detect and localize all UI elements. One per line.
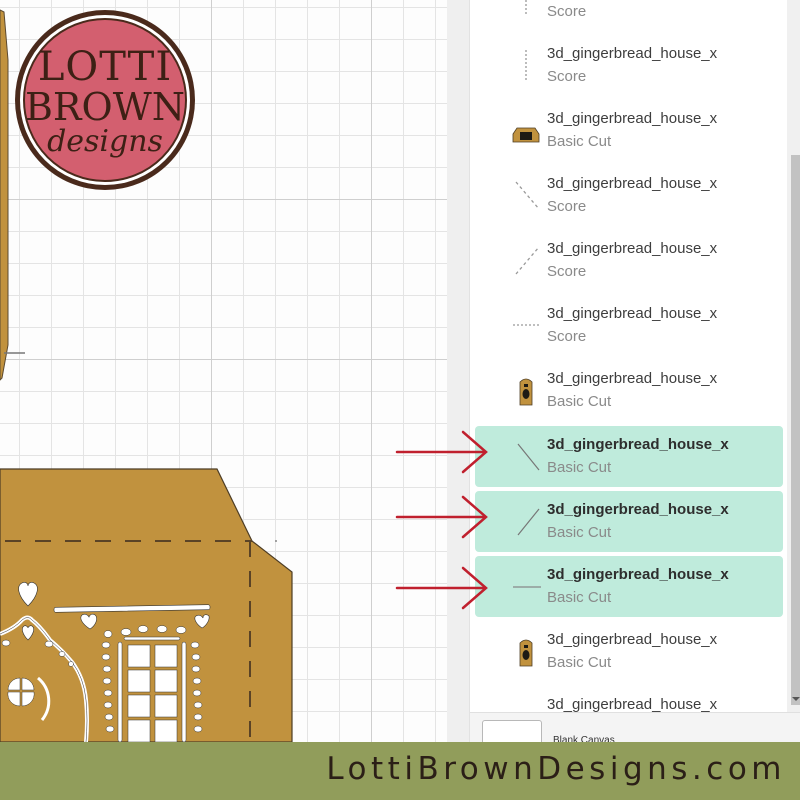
- layer-name: 3d_gingerbread_house_x: [547, 436, 729, 453]
- layer-operation: Score: [547, 198, 587, 215]
- layer-operation: Basic Cut: [547, 524, 612, 541]
- layer-item[interactable]: 3d_gingerbread_house_x Basic Cut: [475, 621, 783, 682]
- layer-item-selected[interactable]: 3d_gingerbread_house_x Basic Cut: [475, 426, 783, 487]
- canvas-panel-divider: [447, 0, 470, 742]
- door-thumbnail: [510, 633, 542, 667]
- blank-canvas-thumbnail[interactable]: [482, 720, 542, 743]
- layer-operation: Basic Cut: [547, 589, 612, 606]
- layer-operation: Score: [547, 68, 587, 85]
- layer-name: 3d_gingerbread_house_x: [547, 631, 718, 648]
- layer-name: 3d_gingerbread_house_x: [547, 45, 718, 62]
- design-canvas[interactable]: LOTTI BROWN designs: [0, 0, 447, 742]
- layer-operation: Basic Cut: [547, 654, 612, 671]
- diagonal-up-score-icon: [510, 242, 542, 276]
- layer-name: 3d_gingerbread_house_x: [547, 175, 718, 192]
- layer-operation: Basic Cut: [547, 393, 612, 410]
- logo-ring: LOTTI BROWN designs: [20, 15, 190, 185]
- layer-item[interactable]: 3d_gingerbread_house_x Score: [475, 230, 783, 291]
- house-front-piece[interactable]: [0, 468, 293, 742]
- vertical-score-icon: [510, 47, 542, 81]
- layer-operation: Basic Cut: [547, 133, 612, 150]
- scroll-down-arrow-icon[interactable]: [792, 697, 800, 701]
- diagonal-down-score-icon: [510, 177, 542, 211]
- layer-name: 3d_gingerbread_house_x: [547, 501, 729, 518]
- brand-footer: LottiBrownDesigns.com: [0, 742, 800, 800]
- layer-operation: Basic Cut: [547, 459, 612, 476]
- website-url: LottiBrownDesigns.com: [326, 751, 786, 787]
- layer-item[interactable]: 3d_gingerbread_house_x Basic Cut: [475, 100, 783, 161]
- layer-item-selected[interactable]: 3d_gingerbread_house_x Basic Cut: [475, 491, 783, 552]
- door-thumbnail: [510, 372, 542, 406]
- layer-operation: Score: [547, 3, 587, 20]
- layer-name: 3d_gingerbread_house_x: [547, 110, 718, 127]
- layers-panel: Score 3d_gingerbread_house_x Score 3d_gi…: [470, 0, 800, 712]
- diagonal-up-line-icon: [510, 503, 542, 537]
- logo-badge: LOTTI BROWN designs: [23, 18, 187, 182]
- layer-item[interactable]: 3d_gingerbread_house_x: [475, 686, 783, 712]
- side-wall-piece[interactable]: [0, 9, 9, 381]
- horizontal-score-icon: [510, 307, 542, 341]
- diagonal-down-line-icon: [510, 438, 542, 472]
- layer-item[interactable]: 3d_gingerbread_house_x Score: [475, 295, 783, 356]
- layer-name: 3d_gingerbread_house_x: [547, 305, 718, 322]
- layer-item[interactable]: 3d_gingerbread_house_x Basic Cut: [475, 360, 783, 421]
- layer-item[interactable]: 3d_gingerbread_house_x Score: [475, 35, 783, 96]
- layer-item-selected[interactable]: 3d_gingerbread_house_x Basic Cut: [475, 556, 783, 617]
- logo-text-brown: BROWN: [25, 85, 185, 129]
- layers-scrollbar-thumb[interactable]: [791, 155, 800, 705]
- layer-operation: Score: [547, 263, 587, 280]
- horizontal-line-icon: [510, 568, 542, 602]
- logo-text-designs: designs: [47, 124, 163, 159]
- vertical-score-icon: [510, 0, 542, 16]
- layer-item[interactable]: Score: [475, 0, 783, 31]
- layer-name: 3d_gingerbread_house_x: [547, 566, 729, 583]
- canvas-selector-bar: Blank Canvas: [470, 712, 800, 743]
- house-front-thumbnail: [510, 112, 542, 146]
- layer-name: 3d_gingerbread_house_x: [547, 370, 718, 387]
- layer-operation: Score: [547, 328, 587, 345]
- layer-item[interactable]: 3d_gingerbread_house_x Score: [475, 165, 783, 226]
- brand-logo: LOTTI BROWN designs: [15, 10, 195, 190]
- layer-name: 3d_gingerbread_house_x: [547, 240, 718, 257]
- logo-text-lotti: LOTTI: [37, 44, 173, 90]
- layer-name: 3d_gingerbread_house_x: [547, 696, 718, 712]
